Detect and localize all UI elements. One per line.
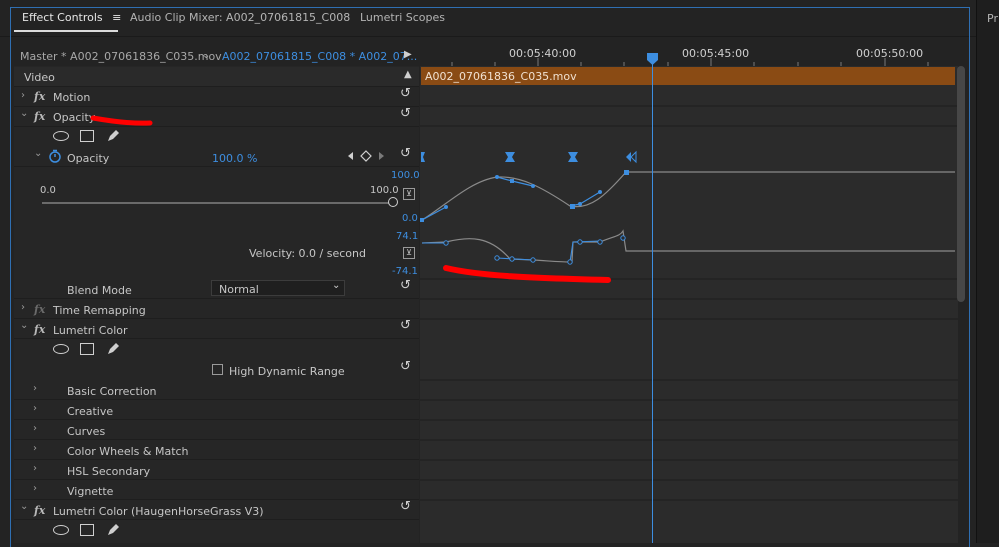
hdr-reset-icon[interactable]: ↺	[400, 359, 411, 374]
keyframe-marker	[505, 152, 515, 162]
hsl-secondary-chevron-icon[interactable]: ›	[33, 463, 37, 474]
lumetri2-ellipse-mask-icon[interactable]	[53, 525, 69, 535]
active-tab-indicator	[14, 30, 118, 32]
add-keyframe-icon	[360, 150, 372, 162]
lumetri-label: Lumetri Color	[53, 324, 128, 337]
lumetri2-collapse-chevron-icon[interactable]: ⌄	[20, 501, 28, 512]
hdr-label: High Dynamic Range	[229, 365, 345, 378]
lumetri2-pen-mask-icon[interactable]	[105, 522, 121, 538]
blend-mode-dropdown-arrow-icon: ⌄	[332, 280, 341, 291]
lumetri2-fx-icon[interactable]: fx	[34, 504, 45, 517]
stopwatch-icon[interactable]	[48, 149, 62, 163]
keyframe-marker	[421, 152, 425, 162]
velocity-graph-max: 74.1	[396, 231, 419, 242]
ellipse-mask-icon[interactable]	[53, 131, 69, 141]
vignette-chevron-icon[interactable]: ›	[33, 483, 37, 494]
motion-fx-icon[interactable]: fx	[34, 90, 45, 103]
slider-max-label: 100.0	[370, 185, 399, 196]
time-remapping-chevron-icon[interactable]: ›	[21, 302, 25, 313]
ruler-ticks	[451, 58, 929, 66]
opacity-param-label: Opacity	[67, 152, 110, 165]
lumetri-ellipse-mask-icon[interactable]	[53, 344, 69, 354]
velocity-readout: Velocity: 0.0 / second	[249, 247, 366, 260]
blend-mode-reset-icon[interactable]: ↺	[400, 278, 411, 293]
keyframe-graph	[420, 105, 958, 501]
vertical-scrollbar[interactable]	[957, 66, 965, 302]
next-keyframe-icon	[379, 152, 384, 160]
creative-chevron-icon[interactable]: ›	[33, 403, 37, 414]
playhead-line[interactable]	[652, 60, 653, 543]
tab-audio-clip-mixer[interactable]: Audio Clip Mixer: A002_07061815_C008	[130, 11, 350, 24]
lumetri2-label: Lumetri Color (HaugenHorseGrass V3)	[53, 505, 264, 518]
motion-expand-chevron-icon[interactable]: ›	[21, 90, 25, 101]
color-wheels-label[interactable]: Color Wheels & Match	[67, 445, 189, 458]
velocity-graph-min: -74.1	[392, 266, 418, 277]
opacity-fx-icon[interactable]: fx	[34, 110, 45, 123]
lumetri2-rectangle-mask-icon[interactable]	[80, 524, 94, 536]
video-section-header	[14, 67, 419, 87]
time-remapping-label: Time Remapping	[53, 304, 146, 317]
opacity-param-chevron-icon[interactable]: ⌄	[34, 148, 42, 159]
keyframe-marker	[568, 152, 578, 162]
color-wheels-chevron-icon[interactable]: ›	[33, 443, 37, 454]
motion-label: Motion	[53, 91, 91, 104]
vignette-label[interactable]: Vignette	[67, 485, 113, 498]
active-clip-tab[interactable]: A002_07061815_C008 * A002_07...	[222, 50, 417, 63]
keyframe-navigator	[348, 150, 384, 162]
lumetri2-reset-icon[interactable]: ↺	[400, 499, 411, 514]
curves-chevron-icon[interactable]: ›	[33, 423, 37, 434]
basic-correction-chevron-icon[interactable]: ›	[33, 383, 37, 394]
curves-label[interactable]: Curves	[67, 425, 105, 438]
motion-reset-icon[interactable]: ↺	[400, 86, 411, 101]
lumetri-reset-icon[interactable]: ↺	[400, 318, 411, 333]
lumetri-rectangle-mask-icon[interactable]	[80, 343, 94, 355]
value-graph-min: 0.0	[402, 213, 418, 224]
master-clip-tab[interactable]: Master * A002_07061836_C035.mov	[20, 50, 222, 63]
basic-correction-label[interactable]: Basic Correction	[67, 385, 157, 398]
blend-mode-value: Normal	[219, 283, 259, 296]
playhead-handle-icon[interactable]	[646, 52, 659, 66]
rectangle-mask-icon[interactable]	[80, 130, 94, 142]
velocity-graph-expand-icon[interactable]: ⊻	[403, 247, 415, 259]
slider-min-label: 0.0	[40, 185, 56, 196]
value-graph-max: 100.0	[391, 170, 420, 181]
video-section-label: Video	[24, 71, 55, 84]
opacity-value[interactable]: 100.0 %	[212, 152, 257, 165]
opacity-label: Opacity	[53, 111, 96, 124]
blend-mode-label: Blend Mode	[67, 284, 132, 297]
red-annotation-stroke	[443, 265, 611, 283]
opacity-param-reset-icon[interactable]: ↺	[400, 146, 411, 161]
lumetri-pen-mask-icon[interactable]	[105, 341, 121, 357]
right-panel-tab[interactable]: Pr	[987, 12, 998, 25]
opacity-reset-icon[interactable]: ↺	[400, 106, 411, 121]
creative-label[interactable]: Creative	[67, 405, 113, 418]
hsl-secondary-label[interactable]: HSL Secondary	[67, 465, 150, 478]
source-dropdown-chevron-icon[interactable]: ⌄	[202, 50, 210, 61]
value-graph-expand-icon[interactable]: ⊻	[403, 188, 415, 200]
tab-effect-controls-label: Effect Controls	[22, 11, 103, 24]
hdr-checkbox[interactable]	[212, 364, 223, 375]
clip-bar-label: A002_07061836_C035.mov	[425, 70, 577, 83]
keyframe-marker	[626, 152, 631, 162]
opacity-slider-track[interactable]	[42, 202, 392, 204]
red-annotation-stroke	[90, 115, 153, 126]
scroll-up-icon[interactable]: ▲	[404, 69, 412, 80]
pen-mask-icon[interactable]	[105, 128, 121, 144]
right-panel-strip: Pr	[976, 0, 999, 543]
lumetri-fx-icon[interactable]: fx	[34, 323, 45, 336]
opacity-slider-handle[interactable]	[388, 197, 398, 207]
play-only-audio-icon[interactable]: ▶	[404, 49, 412, 60]
panel-menu-icon[interactable]: ≡	[112, 11, 121, 24]
previous-keyframe-icon	[348, 152, 353, 160]
opacity-collapse-chevron-icon[interactable]: ⌄	[20, 108, 28, 119]
time-remapping-fx-icon: fx	[34, 303, 46, 316]
tab-lumetri-scopes[interactable]: Lumetri Scopes	[360, 11, 445, 24]
lumetri-collapse-chevron-icon[interactable]: ⌄	[20, 320, 28, 331]
tab-effect-controls[interactable]: Effect Controls ≡	[22, 11, 121, 24]
